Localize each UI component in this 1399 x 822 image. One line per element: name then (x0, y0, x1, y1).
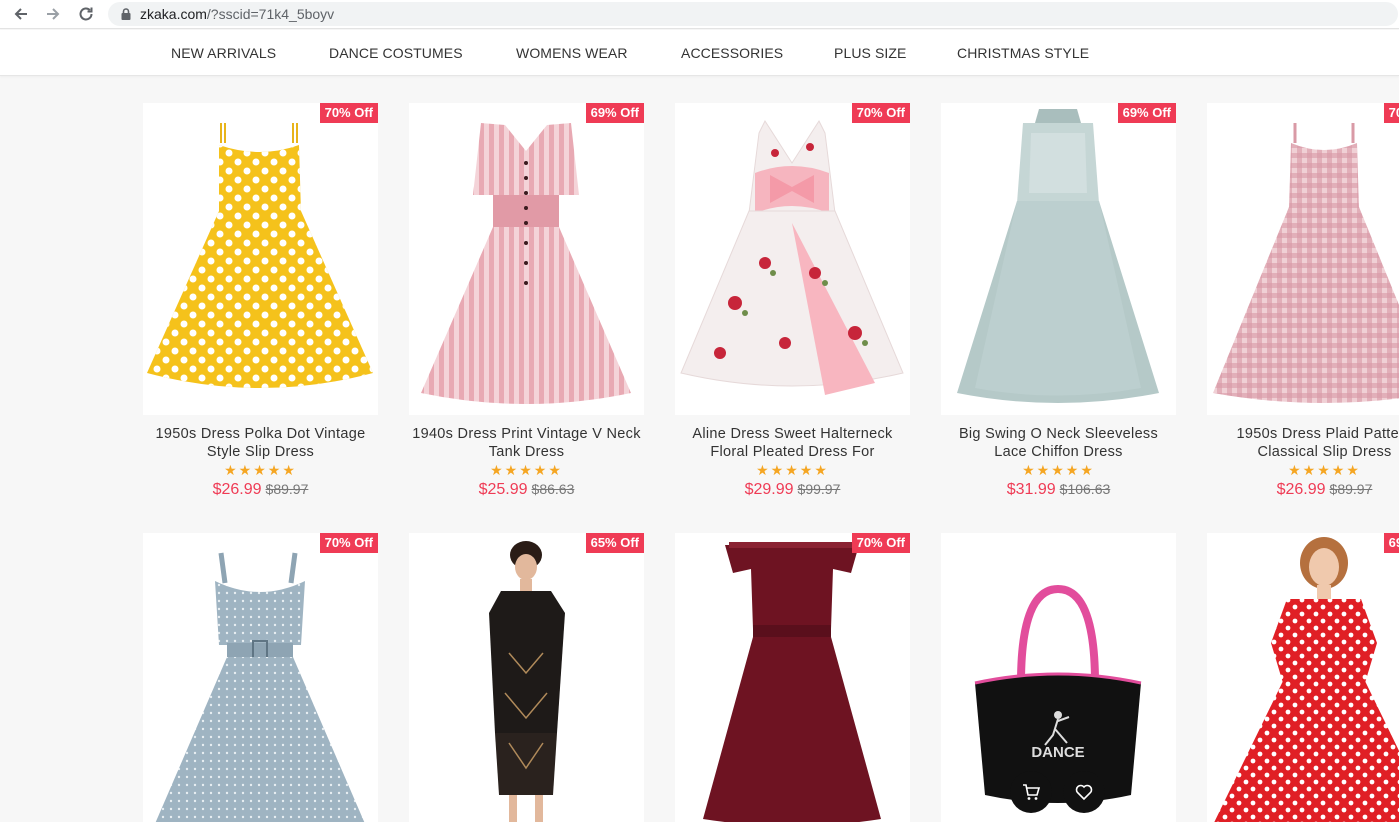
sale-price: $26.99 (1276, 481, 1326, 498)
forward-button[interactable] (42, 3, 64, 25)
discount-badge: 70% Off (851, 533, 910, 553)
rating-stars: ★★★★★ (490, 462, 563, 478)
discount-badge: 70% Off (319, 533, 378, 553)
bag-label: DANCE (1031, 744, 1084, 761)
dress-image (957, 109, 1159, 403)
url-path: /?sscid=71k4_5boyv (206, 6, 335, 22)
arrow-left-icon (14, 8, 27, 20)
dress-image (680, 119, 904, 395)
dress-image (155, 552, 365, 822)
rating-stars: ★★★★★ (224, 462, 297, 478)
discount-badge: 70% Off (851, 103, 910, 123)
product-card[interactable]: 70% Off 1950s Dress Polka Dot Vintage St… (143, 103, 378, 499)
original-price: $86.63 (531, 481, 575, 497)
discount-badge: 70% Off (1383, 103, 1399, 123)
product-image[interactable]: 70% Off (143, 103, 378, 415)
product-image[interactable]: 70% Off (675, 103, 910, 415)
nav-plus-size[interactable]: PLUS SIZE (834, 45, 906, 61)
arrow-right-icon (47, 8, 60, 20)
rating-stars: ★★★★★ (1022, 462, 1095, 478)
discount-badge: 69% Off (585, 103, 644, 123)
heart-icon (1075, 784, 1093, 801)
product-card[interactable]: 70% Off (143, 533, 378, 822)
product-card[interactable]: 70% Off Aline Dress Sweet Halterneck Flo… (675, 103, 910, 499)
price-row: $31.99 $106.63 (941, 481, 1176, 499)
discount-badge: 65% Off (585, 533, 644, 553)
product-image[interactable]: 70% Off (143, 533, 378, 822)
reload-button[interactable] (75, 3, 97, 25)
wishlist-button[interactable] (1063, 771, 1105, 813)
price-row: $26.99 $89.97 (143, 481, 378, 499)
product-card[interactable]: DANCE (941, 533, 1176, 822)
original-price: $89.97 (265, 481, 309, 497)
sale-price: $29.99 (744, 481, 794, 498)
price-row: $26.99 $89.97 (1207, 481, 1399, 499)
sale-price: $26.99 (212, 481, 262, 498)
nav-accessories[interactable]: ACCESSORIES (681, 45, 783, 61)
dress-image (1213, 123, 1399, 403)
dress-image (703, 542, 881, 822)
product-title[interactable]: 1950s Dress Plaid Pattern Classical Slip… (1207, 425, 1399, 461)
discount-badge: 70% Off (319, 103, 378, 123)
category-nav: NEW ARRIVALS DANCE COSTUMES WOMENS WEAR … (0, 30, 1399, 76)
add-to-cart-button[interactable] (1010, 771, 1052, 813)
product-image[interactable]: 69% Off (1207, 533, 1399, 822)
sale-price: $31.99 (1006, 481, 1056, 498)
nav-christmas-style[interactable]: CHRISTMAS STYLE (957, 45, 1089, 61)
discount-badge: 69% Off (1117, 103, 1176, 123)
product-image[interactable]: 69% Off (941, 103, 1176, 415)
reload-icon (79, 7, 93, 21)
product-image[interactable]: 70% Off (675, 533, 910, 822)
dress-image (1214, 537, 1399, 822)
rating-stars: ★★★★★ (756, 462, 829, 478)
url-domain: zkaka.com (140, 6, 207, 22)
product-grid: 70% Off 1950s Dress Polka Dot Vintage St… (0, 76, 1399, 822)
product-title[interactable]: 1940s Dress Print Vintage V Neck Tank Dr… (409, 425, 644, 461)
lock-icon (121, 8, 131, 20)
browser-toolbar: zkaka.com/?sscid=71k4_5boyv (0, 0, 1399, 29)
original-price: $106.63 (1059, 481, 1111, 497)
product-title[interactable]: Aline Dress Sweet Halterneck Floral Plea… (675, 425, 910, 461)
product-image[interactable]: 65% Off (409, 533, 644, 822)
dress-image (147, 123, 373, 388)
product-image[interactable]: 69% Off (409, 103, 644, 415)
product-card[interactable]: 65% Off (409, 533, 644, 822)
product-card[interactable]: 69% Off Big Swing O Neck Sleeveless Lace… (941, 103, 1176, 499)
dress-image (489, 541, 565, 822)
product-card[interactable]: 70% Off (675, 533, 910, 822)
product-title[interactable]: Big Swing O Neck Sleeveless Lace Chiffon… (941, 425, 1176, 461)
product-card[interactable]: 69% Off (1207, 533, 1399, 822)
nav-new-arrivals[interactable]: NEW ARRIVALS (171, 45, 276, 61)
bag-image: DANCE (974, 584, 1142, 803)
discount-badge: 69% Off (1383, 533, 1399, 553)
nav-dance-costumes[interactable]: DANCE COSTUMES (329, 45, 463, 61)
cart-icon (1023, 784, 1041, 800)
price-row: $25.99 $86.63 (409, 481, 644, 499)
sale-price: $25.99 (478, 481, 528, 498)
product-card[interactable]: 69% Off 1940s Dress Print Vintage V Neck… (409, 103, 644, 499)
product-title[interactable]: 1950s Dress Polka Dot Vintage Style Slip… (143, 425, 378, 461)
original-price: $89.97 (1329, 481, 1373, 497)
back-button[interactable] (10, 3, 32, 25)
url-text: zkaka.com/?sscid=71k4_5boyv (140, 6, 334, 22)
product-image[interactable]: DANCE (941, 533, 1176, 822)
price-row: $29.99 $99.97 (675, 481, 910, 499)
nav-womens-wear[interactable]: WOMENS WEAR (516, 45, 628, 61)
original-price: $99.97 (797, 481, 841, 497)
product-image[interactable]: 70% Off (1207, 103, 1399, 415)
dress-image (421, 123, 631, 404)
rating-stars: ★★★★★ (1288, 462, 1361, 478)
product-card[interactable]: 70% Off 1950s Dress Plaid Pattern Classi… (1207, 103, 1399, 499)
address-bar[interactable]: zkaka.com/?sscid=71k4_5boyv (108, 2, 1398, 26)
